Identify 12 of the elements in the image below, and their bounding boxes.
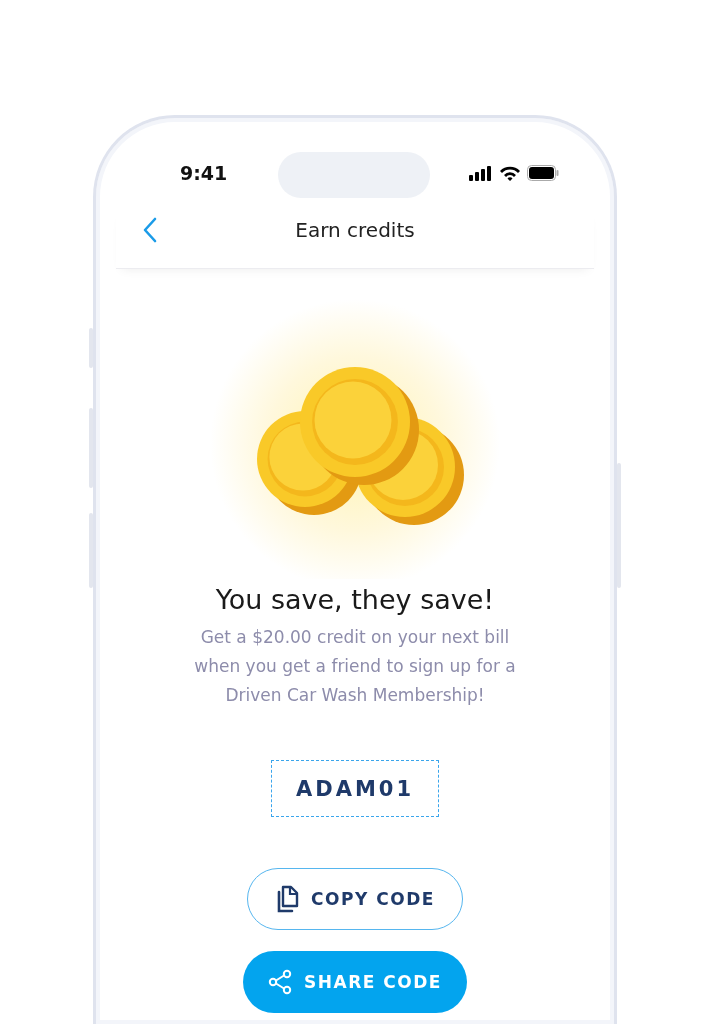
back-icon[interactable] <box>142 217 158 243</box>
promo-heading: You save, they save! <box>215 583 495 617</box>
referral-code: ADAM01 <box>271 760 439 817</box>
wifi-icon <box>499 165 521 181</box>
battery-icon <box>527 165 559 181</box>
share-icon <box>268 969 293 995</box>
copy-code-button[interactable]: COPY CODE <box>247 868 463 930</box>
screen-title: Earn credits <box>295 218 415 242</box>
signal-icon <box>469 165 493 181</box>
status-time: 9:41 <box>180 162 228 184</box>
copy-icon <box>275 885 300 913</box>
promo-description: Get a $20.00 credit on your next bill when you get a friend to sign up for a Driven Car Wash Membership! <box>193 626 517 707</box>
